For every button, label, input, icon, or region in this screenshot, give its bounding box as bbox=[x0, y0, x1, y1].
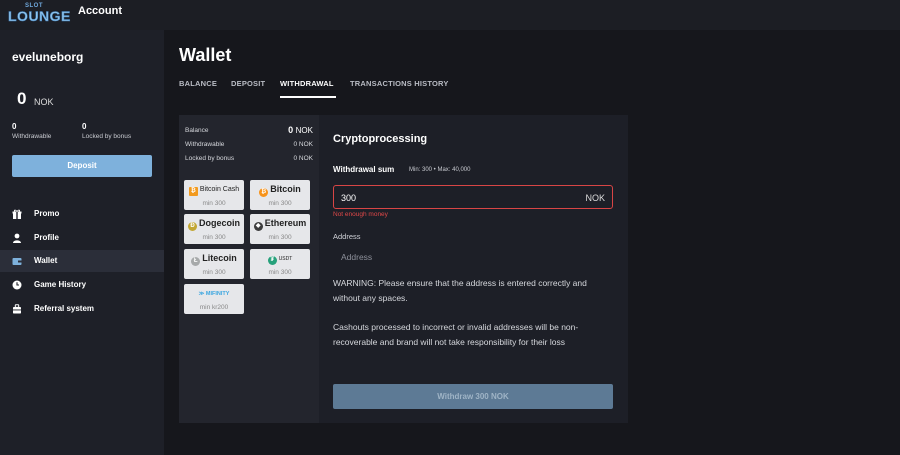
sidebar-item-label: Game History bbox=[34, 280, 87, 289]
deposit-button[interactable]: Deposit bbox=[12, 155, 152, 177]
method-name-text: Bitcoin bbox=[270, 184, 301, 194]
clock-icon bbox=[12, 280, 22, 290]
summary-locked-value: 0 NOK bbox=[293, 155, 313, 162]
sidebar-item-referral[interactable]: Referral system bbox=[0, 298, 164, 320]
method-usdt[interactable]: ₮ USDT min 300 bbox=[250, 249, 310, 279]
error-message: Not enough money bbox=[333, 211, 388, 218]
logo-main-text: LOUNGE bbox=[8, 8, 71, 25]
method-min: min 300 bbox=[202, 234, 226, 241]
method-min: min 300 bbox=[268, 269, 292, 276]
method-min: min 300 bbox=[202, 269, 226, 276]
summary-balance-value: 0 bbox=[288, 125, 294, 135]
page-title: Wallet bbox=[179, 45, 232, 65]
method-name-text: Ethereum bbox=[264, 218, 307, 228]
withdrawal-sum-label: Withdrawal sum bbox=[333, 165, 395, 174]
sidebar-item-label: Promo bbox=[34, 209, 60, 218]
header-title: Account bbox=[78, 5, 122, 17]
warning-text: WARNING: Please ensure that the address … bbox=[333, 278, 587, 303]
active-tab-indicator bbox=[280, 96, 336, 98]
method-dogecoin-name: Ð Dogecoin bbox=[184, 218, 244, 231]
method-usdt-name: ₮ USDT bbox=[250, 256, 310, 265]
method-bitcoin-cash-name: ₿ Bitcoin Cash bbox=[184, 186, 244, 196]
summary-balance-currency: NOK bbox=[295, 126, 313, 135]
summary-balance-label: Balance bbox=[185, 127, 209, 134]
method-litecoin[interactable]: Ł Litecoin min 300 bbox=[184, 249, 244, 279]
withdrawable-value: 0 bbox=[12, 122, 17, 131]
method-bitcoin[interactable]: ₿ Bitcoin min 300 bbox=[250, 180, 310, 210]
address-input[interactable]: Address bbox=[333, 246, 613, 268]
wallet-icon bbox=[12, 258, 22, 265]
withdrawal-form-panel bbox=[319, 115, 628, 423]
locked-label: Locked by bonus bbox=[82, 133, 132, 140]
method-name-text: Litecoin bbox=[202, 253, 237, 263]
tab-balance[interactable]: BALANCE bbox=[179, 79, 217, 88]
sidebar-item-profile[interactable]: Profile bbox=[0, 227, 164, 249]
locked-value: 0 bbox=[82, 122, 87, 131]
summary-balance-amount: 0 NOK bbox=[288, 125, 313, 135]
top-bar: SLOT LOUNGE Account bbox=[0, 0, 900, 30]
sidebar-item-promo[interactable]: Promo bbox=[0, 203, 164, 225]
summary-withdrawable-row: Withdrawable 0 NOK bbox=[185, 141, 313, 148]
method-bitcoin-name: ₿ Bitcoin bbox=[250, 184, 310, 197]
ethereum-icon: ◆ bbox=[253, 222, 263, 231]
method-dogecoin[interactable]: Ð Dogecoin min 300 bbox=[184, 214, 244, 244]
bitcoin-cash-icon: ₿ bbox=[188, 187, 198, 196]
people-icon bbox=[13, 304, 21, 314]
withdrawal-sum-value: 300 bbox=[341, 193, 357, 203]
method-bitcoin-cash[interactable]: ₿ Bitcoin Cash min 300 bbox=[184, 180, 244, 210]
method-litecoin-name: Ł Litecoin bbox=[184, 253, 244, 266]
tab-deposit[interactable]: DEPOSIT bbox=[231, 79, 265, 88]
sidebar-item-game-history[interactable]: Game History bbox=[0, 274, 164, 296]
method-name-text: USDT bbox=[278, 256, 293, 262]
sidebar-item-label: Wallet bbox=[34, 256, 58, 265]
tab-transactions-history[interactable]: TRANSACTIONS HISTORY bbox=[350, 79, 449, 88]
gift-icon bbox=[12, 209, 22, 219]
method-ethereum-name: ◆ Ethereum bbox=[250, 218, 310, 231]
method-mifinity-name: ≫ MIFINITY bbox=[184, 291, 244, 297]
withdrawal-sum-currency: NOK bbox=[585, 193, 605, 203]
mifinity-icon: ≫ bbox=[198, 291, 205, 297]
site-logo[interactable]: SLOT LOUNGE bbox=[8, 3, 71, 27]
method-min: min 300 bbox=[268, 234, 292, 241]
summary-withdrawable-label: Withdrawable bbox=[185, 141, 225, 148]
summary-withdrawable-value: 0 NOK bbox=[293, 141, 313, 148]
address-label: Address bbox=[333, 232, 361, 241]
method-min: min 300 bbox=[268, 200, 292, 207]
summary-locked-label: Locked by bonus bbox=[185, 155, 235, 162]
withdrawal-sum-hint: Min: 300 • Max: 40,000 bbox=[409, 167, 471, 173]
method-min: min kr200 bbox=[199, 304, 229, 311]
bitcoin-icon: ₿ bbox=[259, 188, 269, 197]
sidebar-balance-currency: NOK bbox=[34, 97, 54, 107]
method-ethereum[interactable]: ◆ Ethereum min 300 bbox=[250, 214, 310, 244]
sidebar-item-label: Profile bbox=[34, 233, 59, 242]
method-mifinity[interactable]: ≫ MIFINITY min kr200 bbox=[184, 284, 244, 314]
sidebar-item-label: Referral system bbox=[34, 304, 95, 313]
address-placeholder: Address bbox=[341, 252, 373, 262]
dogecoin-icon: Ð bbox=[187, 222, 197, 231]
username: eveluneborg bbox=[12, 50, 84, 64]
tether-icon: ₮ bbox=[267, 256, 277, 265]
user-icon bbox=[13, 233, 21, 243]
method-min: min 300 bbox=[202, 200, 226, 207]
withdrawal-sum-input[interactable]: 300 NOK bbox=[333, 185, 613, 209]
summary-locked-row: Locked by bonus 0 NOK bbox=[185, 155, 313, 162]
withdrawable-label: Withdrawable bbox=[12, 133, 52, 140]
sidebar: eveluneborg 0 NOK 0 Withdrawable 0 Locke… bbox=[0, 30, 164, 455]
payment-methods-panel: Balance 0 NOK Withdrawable 0 NOK Locked … bbox=[179, 115, 319, 423]
tab-withdrawal[interactable]: WITHDRAWAL bbox=[280, 79, 334, 88]
method-name-text: Bitcoin Cash bbox=[199, 186, 240, 193]
sidebar-balance-value: 0 bbox=[17, 89, 27, 108]
sidebar-item-wallet[interactable]: Wallet bbox=[0, 250, 164, 272]
summary-balance-row: Balance 0 NOK bbox=[185, 125, 313, 135]
withdraw-button[interactable]: Withdraw 300 NOK bbox=[333, 384, 613, 409]
form-title: Cryptoprocessing bbox=[333, 133, 428, 145]
method-name-text: MIFINITY bbox=[205, 291, 230, 297]
litecoin-icon: Ł bbox=[191, 257, 201, 266]
method-name-text: Dogecoin bbox=[198, 218, 240, 228]
cashout-notice: Cashouts processed to incorrect or inval… bbox=[333, 322, 579, 347]
